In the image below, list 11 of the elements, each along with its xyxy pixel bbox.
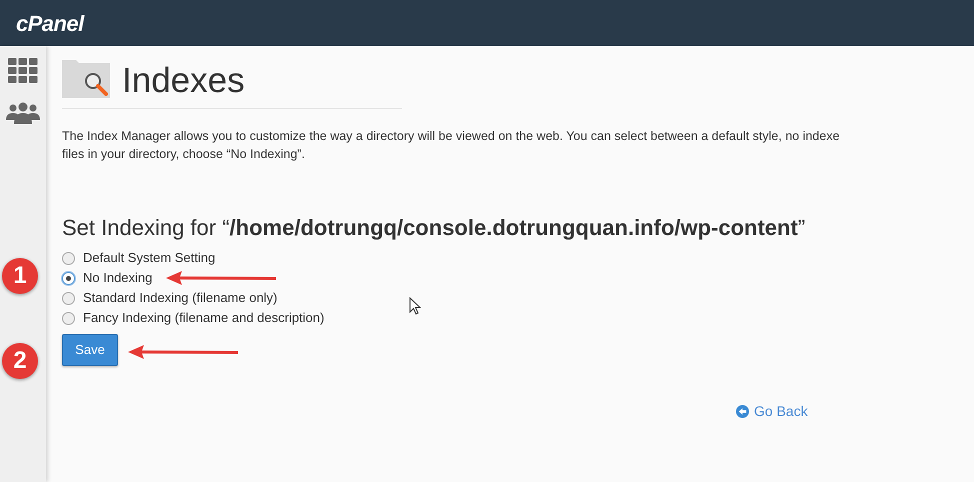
- section-heading: Set Indexing for “/home/dotrungq/console.dotrungquan.info/wp-content”: [62, 214, 806, 242]
- page-title: Indexes: [122, 62, 245, 98]
- logo[interactable]: cPanel: [16, 6, 84, 40]
- option-label: No Indexing: [83, 269, 152, 288]
- description-text: The Index Manager allows you to customize the way a directory will be viewed on the web. You can select between a default style, no indexe: [62, 128, 841, 145]
- go-back-link[interactable]: Go Back: [754, 401, 808, 422]
- option-label: Standard Indexing (filename only): [83, 289, 278, 308]
- option-label: Default System Setting: [83, 249, 216, 268]
- description-text: files in your directory, choose “No Indexing”.: [62, 146, 306, 163]
- option-label: Fancy Indexing (filename and description): [83, 309, 324, 328]
- save-button[interactable]: Save: [62, 334, 118, 366]
